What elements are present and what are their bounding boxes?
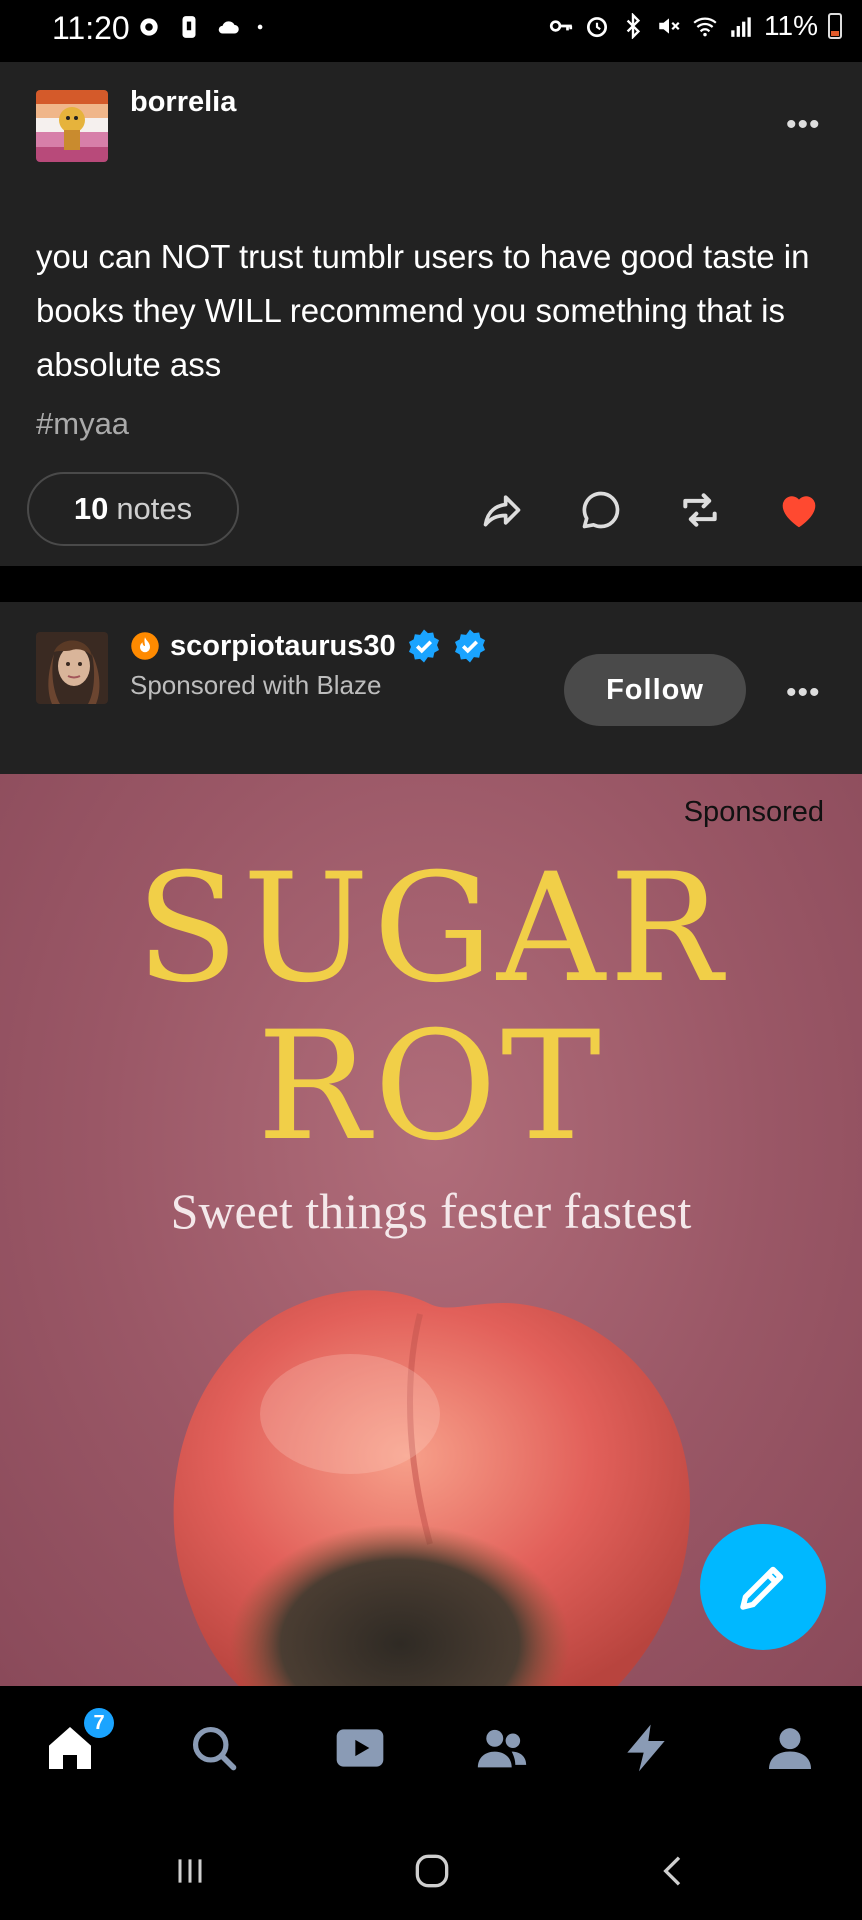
post-tag[interactable]: #myaa (36, 406, 129, 442)
account-icon (769, 1728, 811, 1769)
comment-icon (582, 491, 620, 529)
reply-button[interactable] (573, 482, 629, 538)
key-icon (549, 20, 573, 32)
bluetooth-icon (626, 13, 641, 39)
post-card: borrelia ••• you can NOT trust tumblr us… (0, 62, 862, 566)
tab-video[interactable] (330, 1718, 390, 1778)
sponsored-label: Sponsored (683, 796, 824, 828)
bottom-tab-bar: 7 (0, 1686, 862, 1816)
advertiser-avatar[interactable] (36, 632, 108, 704)
heart-icon (782, 496, 816, 528)
share-button[interactable] (474, 482, 530, 538)
blog-name[interactable]: borrelia (130, 86, 236, 119)
signal-icon (731, 17, 751, 37)
tab-account[interactable] (760, 1718, 820, 1778)
cover-tagline: Sweet things fester fastest (170, 1183, 692, 1239)
back-nav-button[interactable] (644, 1846, 704, 1896)
advertiser-name[interactable]: scorpiotaurus30 (170, 630, 396, 663)
verified-badge-icon (408, 629, 439, 663)
community-icon (477, 1729, 527, 1768)
tab-activity[interactable] (616, 1718, 676, 1778)
mute-icon (659, 18, 680, 34)
lightning-icon (627, 1724, 665, 1772)
sponsored-subtitle: Sponsored with Blaze (130, 670, 382, 700)
search-icon (192, 1726, 237, 1771)
status-bar: 11:20 11% (0, 0, 862, 62)
recent-apps-button[interactable] (160, 1846, 220, 1896)
cover-title-line1: SUGAR (135, 842, 727, 1016)
sponsored-post-header: scorpiotaurus30 Sponsored with Blaze Fol… (0, 602, 862, 774)
recent-apps-icon (178, 1859, 202, 1883)
battery-icon (828, 13, 842, 39)
system-navigation-bar (0, 1816, 862, 1920)
follow-button[interactable]: Follow (564, 654, 746, 726)
compose-button[interactable] (700, 1524, 826, 1650)
blaze-flame-icon (131, 632, 159, 660)
alarm-icon (587, 17, 608, 38)
tab-community[interactable] (472, 1718, 532, 1778)
sim-icon (182, 16, 196, 38)
dot-icon (257, 24, 263, 30)
wifi-icon (693, 17, 717, 37)
battery-percent: 11% (764, 10, 818, 41)
more-options-icon[interactable]: ••• (786, 108, 821, 142)
post-text: you can NOT trust tumblr users to have g… (36, 238, 810, 383)
home-nav-button[interactable] (402, 1846, 462, 1896)
video-icon (336, 1729, 384, 1767)
notification-badge: 7 (84, 1708, 114, 1738)
more-options-icon[interactable]: ••• (786, 676, 821, 710)
share-icon (483, 495, 521, 527)
verified-badge-icon (454, 629, 485, 663)
settings-gear-icon (140, 18, 158, 36)
reblog-icon (683, 493, 717, 527)
cover-title-line2: ROT (257, 1000, 605, 1174)
clock: 11:20 (52, 10, 130, 46)
tab-search[interactable] (184, 1718, 244, 1778)
like-button[interactable] (771, 482, 827, 538)
back-icon (663, 1856, 681, 1886)
pencil-icon (740, 1566, 784, 1610)
blog-avatar[interactable] (36, 90, 108, 162)
feed-gap (0, 566, 862, 602)
home-nav-icon (415, 1854, 449, 1888)
reblog-button[interactable] (672, 482, 728, 538)
peach-illustration (173, 1290, 690, 1686)
cloud-icon (218, 21, 239, 34)
